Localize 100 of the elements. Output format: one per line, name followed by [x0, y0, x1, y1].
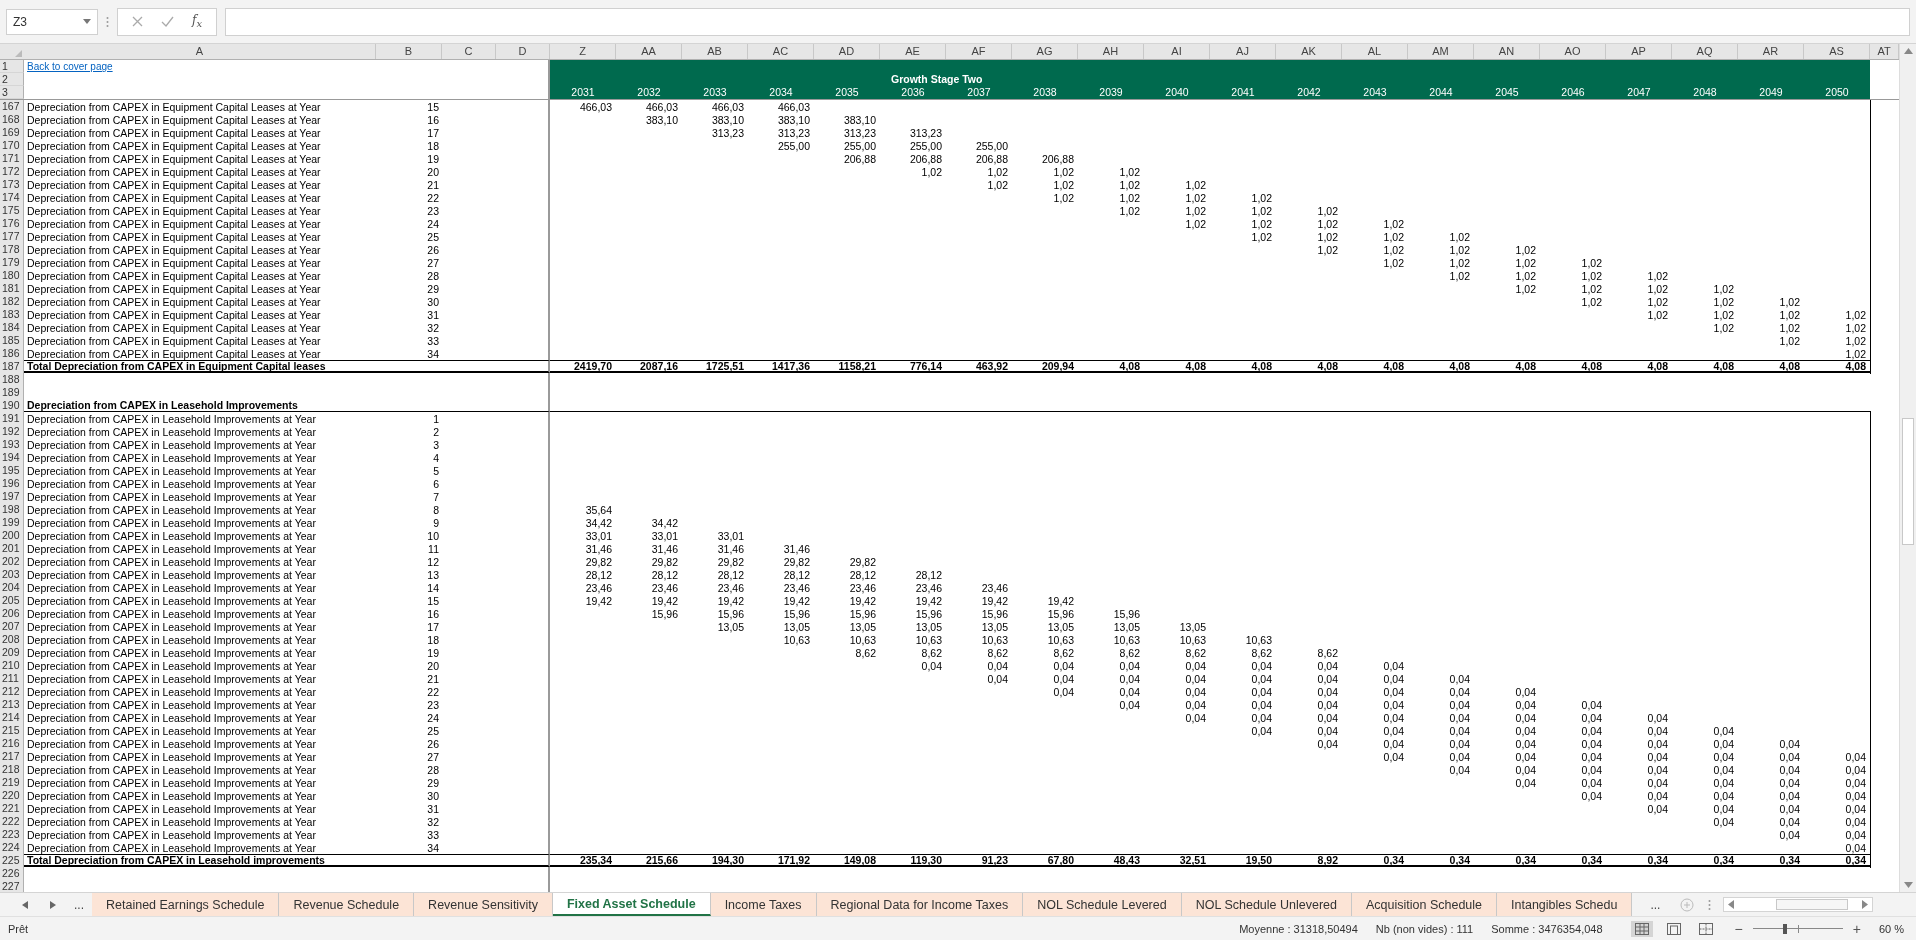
row-number[interactable]: 209	[0, 646, 24, 660]
row-number[interactable]: 169	[0, 126, 24, 140]
row-number[interactable]: 208	[0, 633, 24, 647]
column-header[interactable]: AG	[1012, 44, 1078, 59]
row-number[interactable]: 219	[0, 776, 24, 790]
column-header[interactable]: Z	[550, 44, 616, 59]
row-number[interactable]: 174	[0, 191, 24, 205]
sheet-tab[interactable]: Revenue Sensitivity	[414, 893, 553, 916]
row-number[interactable]: 188	[0, 373, 24, 387]
row-number[interactable]: 220	[0, 789, 24, 803]
cancel-icon[interactable]	[132, 16, 143, 27]
row-number[interactable]: 197	[0, 490, 24, 504]
row-number[interactable]: 180	[0, 269, 24, 283]
sheet-tab[interactable]: Regional Data for Income Taxes	[816, 893, 1024, 916]
zoom-out-button[interactable]: −	[1734, 920, 1743, 937]
scroll-thumb[interactable]	[1776, 899, 1849, 910]
column-header[interactable]: AE	[880, 44, 946, 59]
sheet-tab[interactable]: Income Taxes	[710, 893, 817, 916]
more-sheets-button[interactable]: ...	[1642, 897, 1669, 912]
row-number[interactable]: 171	[0, 152, 24, 166]
sheet-tab[interactable]: NOL Schedule Unlevered	[1181, 893, 1352, 916]
row-number[interactable]: 214	[0, 711, 24, 725]
row-number[interactable]: 187	[0, 360, 24, 374]
row-number[interactable]: 182	[0, 295, 24, 309]
row-number[interactable]: 176	[0, 217, 24, 231]
check-icon[interactable]	[161, 16, 174, 27]
row-number[interactable]: 217	[0, 750, 24, 764]
row-number[interactable]: 193	[0, 438, 24, 452]
row-number[interactable]: 191	[0, 412, 24, 426]
row-number[interactable]: 179	[0, 256, 24, 270]
row-number[interactable]: 194	[0, 451, 24, 465]
column-header[interactable]: AS	[1804, 44, 1870, 59]
row-number[interactable]: 173	[0, 178, 24, 192]
formula-input[interactable]	[225, 7, 1910, 36]
scroll-down-icon[interactable]	[1903, 882, 1913, 888]
row-number[interactable]: 186	[0, 347, 24, 361]
row-number[interactable]: 213	[0, 698, 24, 712]
vertical-scrollbar[interactable]	[1899, 44, 1916, 892]
column-header[interactable]: AR	[1738, 44, 1804, 59]
row-number[interactable]: 218	[0, 763, 24, 777]
column-header[interactable]: AQ	[1672, 44, 1738, 59]
row-number[interactable]: 204	[0, 581, 24, 595]
row-number[interactable]: 201	[0, 542, 24, 556]
row-number[interactable]: 202	[0, 555, 24, 569]
row-number[interactable]: 178	[0, 243, 24, 257]
sheet-tab[interactable]: NOL Schedule Levered	[1023, 893, 1182, 916]
column-header[interactable]: AN	[1474, 44, 1540, 59]
row-number[interactable]: 221	[0, 802, 24, 816]
sheet-tab[interactable]: Revenue Schedule	[279, 893, 415, 916]
drag-handle-icon[interactable]	[106, 15, 109, 28]
row-number[interactable]: 2	[0, 73, 24, 86]
row-number[interactable]: 206	[0, 607, 24, 621]
row-number[interactable]: 168	[0, 113, 24, 127]
row-number[interactable]: 190	[0, 399, 24, 413]
row-number[interactable]: 216	[0, 737, 24, 751]
zoom-slider[interactable]	[1752, 923, 1843, 934]
row-number[interactable]: 215	[0, 724, 24, 738]
column-header[interactable]: AJ	[1210, 44, 1276, 59]
sheet-tab[interactable]: Acquisition Schedule	[1352, 893, 1498, 916]
column-header[interactable]: B	[376, 44, 442, 59]
row-number[interactable]: 200	[0, 529, 24, 543]
next-sheet-icon[interactable]	[50, 900, 56, 909]
row-number[interactable]: 226	[0, 867, 24, 881]
sheet-tab[interactable]: Retained Earnings Schedule	[92, 893, 280, 916]
drag-handle-icon[interactable]	[1708, 898, 1712, 911]
zoom-slider-thumb[interactable]	[1783, 923, 1788, 934]
row-number[interactable]: 222	[0, 815, 24, 829]
scroll-left-icon[interactable]	[1728, 900, 1735, 909]
column-header[interactable]: AD	[814, 44, 880, 59]
column-header[interactable]: AH	[1078, 44, 1144, 59]
column-header[interactable]: AM	[1408, 44, 1474, 59]
zoom-level[interactable]: 60 %	[1878, 922, 1904, 935]
row-number[interactable]: 227	[0, 880, 24, 892]
row-number[interactable]: 175	[0, 204, 24, 218]
row-number[interactable]: 195	[0, 464, 24, 478]
previous-sheet-icon[interactable]	[22, 900, 28, 909]
row-number[interactable]: 183	[0, 308, 24, 322]
row-number[interactable]: 172	[0, 165, 24, 179]
row-number[interactable]: 3	[0, 86, 24, 99]
row-number[interactable]: 170	[0, 139, 24, 153]
row-number[interactable]: 196	[0, 477, 24, 491]
cover-page-link[interactable]: Back to cover page	[27, 61, 113, 72]
column-header[interactable]: AC	[748, 44, 814, 59]
row-number[interactable]: 184	[0, 321, 24, 335]
row-number[interactable]: 225	[0, 854, 24, 868]
row-number[interactable]: 181	[0, 282, 24, 296]
sheet-tab[interactable]: Intangibles Schedu	[1497, 893, 1633, 916]
more-sheets-button[interactable]: ...	[66, 897, 92, 912]
name-box[interactable]: Z3	[6, 8, 98, 35]
horizontal-scrollbar[interactable]	[1723, 897, 1874, 912]
row-number[interactable]: 199	[0, 516, 24, 530]
column-header[interactable]: A	[24, 44, 376, 59]
row-number[interactable]: 205	[0, 594, 24, 608]
column-header[interactable]: AI	[1144, 44, 1210, 59]
insert-function-button[interactable]: f$_{x}$	[192, 13, 203, 30]
row-number[interactable]: 192	[0, 425, 24, 439]
row-number[interactable]: 177	[0, 230, 24, 244]
column-header[interactable]: C	[442, 44, 496, 59]
row-number[interactable]: 185	[0, 334, 24, 348]
scroll-up-icon[interactable]	[1903, 48, 1913, 54]
